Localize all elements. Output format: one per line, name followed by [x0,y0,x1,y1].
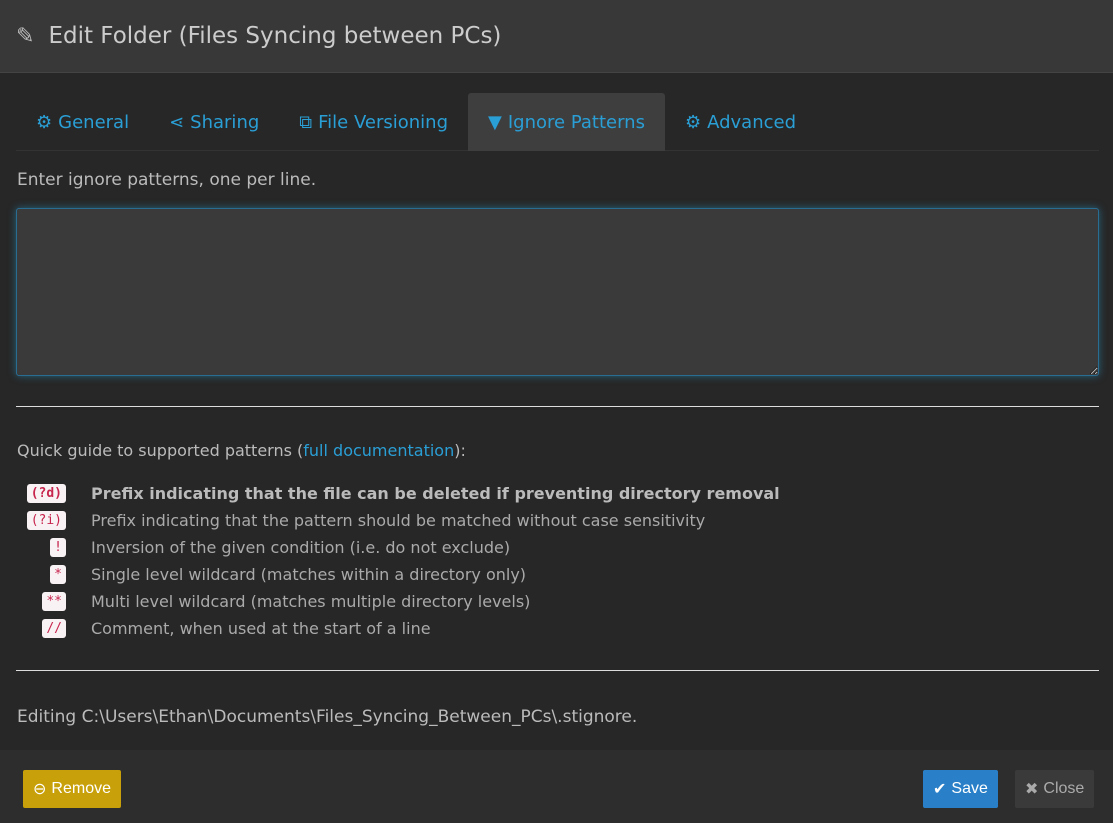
modal-title: Edit Folder (Files Syncing between PCs) [48,23,502,49]
tab-label: Advanced [707,111,797,133]
pattern-code: // [42,619,66,638]
tab-general[interactable]: ⚙ General [16,93,149,151]
close-icon: ✖ [1025,781,1039,798]
full-documentation-link[interactable]: full documentation [303,441,454,460]
pattern-description: Single level wildcard (matches within a … [91,565,527,584]
pattern-description: Prefix indicating that the pattern shoul… [91,511,706,530]
tab-label: Ignore Patterns [507,111,645,133]
copy-icon: ⧉ [299,111,313,133]
close-label: Close [1043,780,1085,797]
divider [16,406,1099,407]
guide-prefix: Quick guide to supported patterns ( [17,441,304,460]
share-icon: ⋖ [169,111,185,133]
gear-icon: ⚙ [36,111,53,133]
pattern-description: Multi level wildcard (matches multiple d… [91,592,531,611]
remove-label: Remove [51,780,111,797]
tab-label: File Versioning [318,111,449,133]
list-item: ** Multi level wildcard (matches multiple… [17,588,780,615]
close-button[interactable]: ✖ Close [1015,770,1095,808]
list-item: * Single level wildcard (matches within a… [17,561,780,588]
save-button[interactable]: ✔ Save [923,770,998,808]
list-item: (?i) Prefix indicating that the pattern s… [17,507,780,534]
remove-button[interactable]: ⊖ Remove [23,770,121,808]
check-icon: ✔ [933,781,947,798]
divider [16,670,1099,671]
save-label: Save [951,780,988,797]
tab-advanced[interactable]: ⚙ Advanced [665,93,816,151]
ignore-patterns-label: Enter ignore patterns, one per line. [17,170,317,190]
minus-circle-icon: ⊖ [33,781,47,798]
pattern-list: (?d) Prefix indicating that the file can … [17,480,780,642]
pencil-icon: ✎ [16,23,35,49]
list-item: // Comment, when used at the start of a l… [17,615,780,642]
pattern-code: * [50,565,66,584]
ignore-patterns-textarea[interactable] [16,208,1099,376]
tab-bar: ⚙ General ⋖ Sharing ⧉ File Versioning ▼ Igno… [16,93,1099,151]
tab-label: General [58,111,130,133]
pattern-code: (?d) [26,484,66,503]
guide-suffix: ): [454,441,466,460]
quick-guide: Quick guide to supported patterns (full … [17,441,466,460]
pattern-code: ! [50,538,66,557]
pattern-description: Prefix indicating that the file can be d… [91,484,780,503]
list-item: (?d) Prefix indicating that the file can … [17,480,780,507]
pattern-description: Comment, when used at the start of a lin… [91,619,431,638]
gears-icon: ⚙ [684,111,702,133]
list-item: ! Inversion of the given condition (i.e. … [17,534,780,561]
tab-file-versioning[interactable]: ⧉ File Versioning [279,93,468,151]
tab-label: Sharing [190,111,260,133]
filter-icon: ▼ [488,111,502,133]
pattern-description: Inversion of the given condition (i.e. d… [91,538,511,557]
editing-path: Editing C:\Users\Ethan\Documents\Files_S… [17,707,638,727]
tab-sharing[interactable]: ⋖ Sharing [149,93,279,151]
pattern-code: (?i) [26,511,66,530]
pattern-code: ** [42,592,66,611]
tab-ignore-patterns[interactable]: ▼ Ignore Patterns [468,93,665,151]
modal-header: ✎ Edit Folder (Files Syncing between PCs… [0,0,1113,73]
